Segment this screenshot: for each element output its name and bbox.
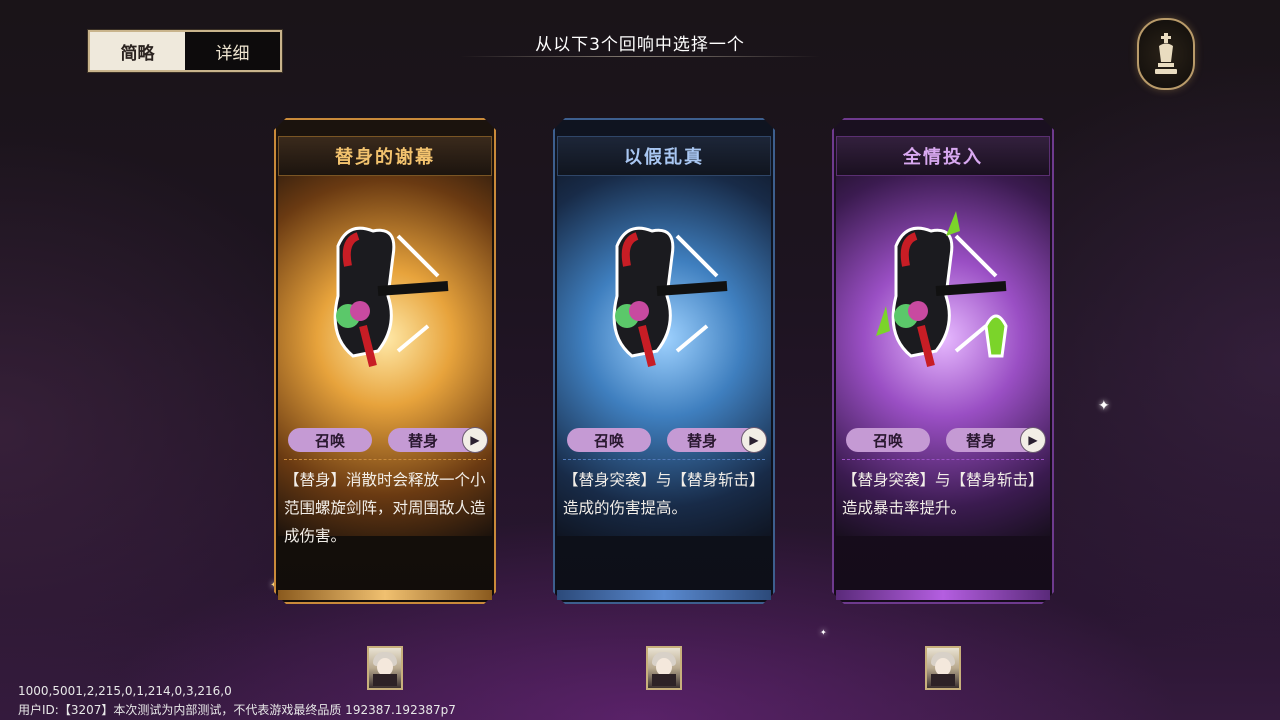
stand-tag-label: 替身 bbox=[687, 431, 718, 450]
echo-card[interactable]: 以假乱真 召唤 替身 ▶ 【替身突袭】与【替身斩击】造成的伤害提高。 bbox=[553, 118, 775, 604]
stand-tag: 替身 ▶ bbox=[388, 427, 488, 453]
character-portrait[interactable] bbox=[646, 646, 682, 690]
character-portrait[interactable] bbox=[925, 646, 961, 690]
summon-tag: 召唤 bbox=[846, 428, 930, 452]
build-notice: 用户ID:【3207】本次测试为内部测试，不代表游戏最终品质 192387.19… bbox=[18, 703, 456, 717]
play-arrow-icon[interactable]: ▶ bbox=[741, 427, 767, 453]
sparkle-decoration: ✦ bbox=[820, 628, 827, 637]
card-title: 以假乱真 bbox=[557, 136, 771, 176]
stand-tag-label: 替身 bbox=[966, 431, 997, 450]
play-arrow-icon[interactable]: ▶ bbox=[1020, 427, 1046, 453]
debug-info: 1000,5001,2,215,0,1,214,0,3,216,0 bbox=[18, 684, 232, 698]
chess-king-icon bbox=[1155, 33, 1177, 74]
page-title: 从以下3个回响中选择一个 bbox=[535, 35, 745, 55]
summon-tag: 召唤 bbox=[288, 428, 372, 452]
card-rarity-bar bbox=[836, 590, 1050, 600]
echo-card[interactable]: 替身的谢幕 召唤 替身 ▶ 【替身】消散时会释放一个小范围螺旋剑阵，对周围敌人造成… bbox=[274, 118, 496, 604]
card-title: 替身的谢幕 bbox=[278, 136, 492, 176]
stand-tag-label: 替身 bbox=[408, 431, 439, 450]
play-arrow-icon[interactable]: ▶ bbox=[462, 427, 488, 453]
stand-tag: 替身 ▶ bbox=[667, 427, 767, 453]
summon-tag: 召唤 bbox=[567, 428, 651, 452]
card-description: 【替身突袭】与【替身斩击】造成暴击率提升。 bbox=[842, 471, 1044, 517]
stand-character-icon bbox=[333, 226, 449, 367]
desc-divider bbox=[284, 459, 486, 460]
card-title: 全情投入 bbox=[836, 136, 1050, 176]
echo-card[interactable]: 全情投入 召唤 替身 ▶ 【替身突袭】与【替身斩击】造成暴击率提升。 bbox=[832, 118, 1054, 604]
card-description: 【替身】消散时会释放一个小范围螺旋剑阵，对周围敌人造成伤害。 bbox=[284, 471, 486, 545]
card-description: 【替身突袭】与【替身斩击】造成的伤害提高。 bbox=[563, 471, 765, 517]
chess-king-icon[interactable] bbox=[1137, 18, 1195, 90]
sparkle-decoration: ✦ bbox=[1098, 398, 1110, 414]
stand-character-icon bbox=[876, 211, 1008, 367]
stand-tag: 替身 ▶ bbox=[946, 427, 1046, 453]
card-rarity-bar bbox=[278, 590, 492, 600]
character-portrait[interactable] bbox=[367, 646, 403, 690]
desc-divider bbox=[842, 459, 1044, 460]
title-divider bbox=[460, 56, 820, 57]
stand-character-icon bbox=[612, 226, 728, 367]
desc-divider bbox=[563, 459, 765, 460]
card-rarity-bar bbox=[557, 590, 771, 600]
